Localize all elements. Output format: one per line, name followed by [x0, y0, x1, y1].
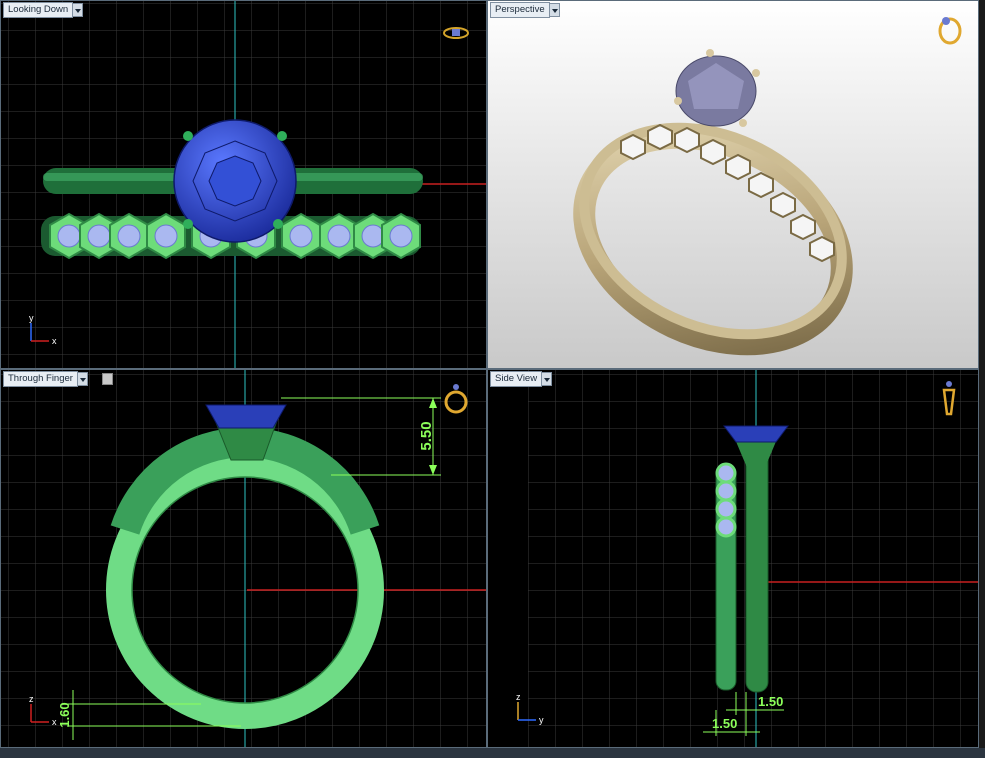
- viewport-dropdown-button[interactable]: [542, 372, 553, 386]
- through-finger-canvas[interactable]: 5.50 1.60 z x: [1, 370, 487, 748]
- viewport-dropdown-button[interactable]: [549, 3, 560, 17]
- viewport-dropdown-button[interactable]: [77, 372, 88, 386]
- side-view-canvas[interactable]: 1.50 1.50 z y: [488, 370, 979, 748]
- viewport-perspective[interactable]: Perspective: [487, 0, 979, 369]
- dimension-label: 1.60: [57, 702, 72, 727]
- viewport-tab[interactable]: Looking Down: [3, 2, 84, 18]
- axis-label-y: y: [539, 715, 544, 725]
- rendered-ring: [573, 49, 853, 356]
- axis-label-z: z: [516, 692, 521, 702]
- viewport-tab[interactable]: Perspective: [490, 2, 560, 18]
- axis-label-x: x: [52, 717, 57, 727]
- axis-label-y: y: [29, 313, 34, 323]
- viewport-tab[interactable]: Side View: [490, 371, 553, 387]
- looking-down-canvas[interactable]: y x: [1, 1, 487, 369]
- ring-orientation-icon[interactable]: [938, 17, 962, 45]
- viewport-side-view[interactable]: Side View 1.50 1.50 z y: [487, 369, 979, 748]
- axis-label-x: x: [52, 336, 57, 346]
- viewport-label[interactable]: Side View: [490, 371, 543, 387]
- dimension-label: 1.50: [712, 716, 737, 731]
- dimension-label: 1.50: [758, 694, 783, 709]
- viewport-tab[interactable]: Through Finger: [3, 371, 113, 387]
- viewport-dropdown-button[interactable]: [73, 3, 84, 17]
- viewport-label[interactable]: Through Finger: [3, 371, 78, 387]
- viewport-label[interactable]: Perspective: [490, 2, 550, 18]
- viewport-looking-down[interactable]: Looking Down y x: [0, 0, 487, 369]
- status-strip: [0, 748, 985, 758]
- dimension-label: 5.50: [418, 421, 435, 450]
- viewport-options-icon[interactable]: [101, 373, 113, 385]
- center-stone: [173, 119, 297, 243]
- axis-label-z: z: [29, 694, 34, 704]
- viewport-through-finger[interactable]: Through Finger 5.50 1.60 z x: [0, 369, 487, 748]
- viewport-label[interactable]: Looking Down: [3, 2, 74, 18]
- perspective-canvas[interactable]: [488, 1, 979, 369]
